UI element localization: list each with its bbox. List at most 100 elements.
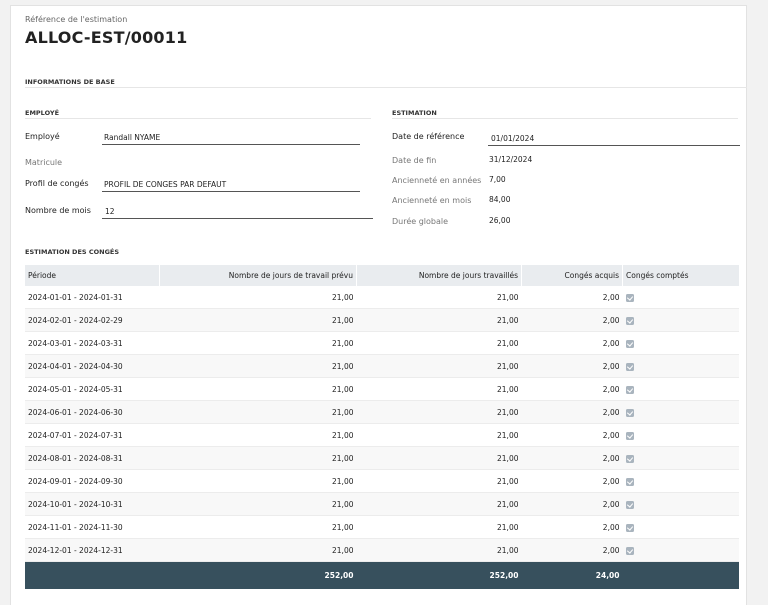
period-cell: 2024-03-01 - 2024-03-31 xyxy=(25,331,160,355)
table-row[interactable]: 2024-05-01 - 2024-05-31 21,00 21,00 2,00 xyxy=(25,377,739,401)
reference-date-field[interactable]: 01/01/2024 xyxy=(488,133,740,146)
worked-days-cell: 21,00 xyxy=(356,469,522,493)
form-sheet: Référence de l'estimation ALLOC-EST/0001… xyxy=(10,5,747,605)
counted-checkbox[interactable] xyxy=(625,293,634,302)
counted-checkbox[interactable] xyxy=(625,339,634,348)
counted-checkbox[interactable] xyxy=(625,431,634,440)
acquired-leaves-cell: 2,00 xyxy=(521,308,623,332)
months-label: Nombre de mois xyxy=(25,206,91,215)
table-row[interactable]: 2024-06-01 - 2024-06-30 21,00 21,00 2,00 xyxy=(25,400,739,424)
acquired-leaves-cell: 2,00 xyxy=(521,400,623,424)
planned-days-cell: 21,00 xyxy=(159,515,357,539)
period-cell: 2024-12-01 - 2024-12-31 xyxy=(25,538,160,562)
column-header-counted-leaves[interactable]: Congés comptés xyxy=(622,265,739,286)
total-acquired-leaves: 24,00 xyxy=(521,561,623,589)
period-cell: 2024-01-01 - 2024-01-31 xyxy=(25,286,160,309)
table-row[interactable]: 2024-03-01 - 2024-03-31 21,00 21,00 2,00 xyxy=(25,331,739,355)
counted-checkbox[interactable] xyxy=(625,385,634,394)
employee-field[interactable]: Randall NYAME xyxy=(102,132,360,145)
seniority-months-label: Ancienneté en mois xyxy=(392,196,472,205)
leave-profile-field[interactable]: PROFIL DE CONGES PAR DEFAUT xyxy=(102,179,360,192)
counted-leaves-cell xyxy=(622,515,739,539)
table-row[interactable]: 2024-07-01 - 2024-07-31 21,00 21,00 2,00 xyxy=(25,423,739,447)
counted-leaves-cell xyxy=(622,308,739,332)
seniority-months-value: 84,00 xyxy=(489,195,511,204)
section-title-leaves: ESTIMATION DES CONGÉS xyxy=(25,248,120,256)
totals-row: 252,00 252,00 24,00 xyxy=(25,561,739,589)
counted-checkbox[interactable] xyxy=(625,408,634,417)
section-divider xyxy=(392,118,738,119)
period-cell: 2024-05-01 - 2024-05-31 xyxy=(25,377,160,401)
reference-title: ALLOC-EST/00011 xyxy=(25,28,188,47)
counted-checkbox[interactable] xyxy=(625,454,634,463)
column-header-planned-days[interactable]: Nombre de jours de travail prévu xyxy=(159,265,357,286)
counted-checkbox[interactable] xyxy=(625,477,634,486)
counted-leaves-cell xyxy=(622,331,739,355)
acquired-leaves-cell: 2,00 xyxy=(521,286,623,309)
totals-label-cell xyxy=(25,561,160,589)
acquired-leaves-cell: 2,00 xyxy=(521,423,623,447)
worked-days-cell: 21,00 xyxy=(356,377,522,401)
global-duration-value: 26,00 xyxy=(489,216,511,225)
worked-days-cell: 21,00 xyxy=(356,354,522,378)
counted-checkbox[interactable] xyxy=(625,362,634,371)
worked-days-cell: 21,00 xyxy=(356,492,522,516)
planned-days-cell: 21,00 xyxy=(159,354,357,378)
section-divider xyxy=(25,118,371,119)
planned-days-cell: 21,00 xyxy=(159,286,357,309)
months-field[interactable]: 12 xyxy=(102,206,373,219)
period-cell: 2024-10-01 - 2024-10-31 xyxy=(25,492,160,516)
planned-days-cell: 21,00 xyxy=(159,446,357,470)
planned-days-cell: 21,00 xyxy=(159,469,357,493)
table-row[interactable]: 2024-04-01 - 2024-04-30 21,00 21,00 2,00 xyxy=(25,354,739,378)
section-title-estimation: ESTIMATION xyxy=(392,109,437,117)
counted-checkbox[interactable] xyxy=(625,500,634,509)
period-cell: 2024-09-01 - 2024-09-30 xyxy=(25,469,160,493)
column-header-period[interactable]: Période xyxy=(25,265,160,286)
table-row[interactable]: 2024-09-01 - 2024-09-30 21,00 21,00 2,00 xyxy=(25,469,739,493)
acquired-leaves-cell: 2,00 xyxy=(521,446,623,470)
table-row[interactable]: 2024-11-01 - 2024-11-30 21,00 21,00 2,00 xyxy=(25,515,739,539)
counted-checkbox[interactable] xyxy=(625,523,634,532)
counted-leaves-cell xyxy=(622,354,739,378)
worked-days-cell: 21,00 xyxy=(356,331,522,355)
section-title-base: INFORMATIONS DE BASE xyxy=(25,78,115,86)
global-duration-label: Durée globale xyxy=(392,217,449,226)
counted-checkbox[interactable] xyxy=(625,546,634,555)
planned-days-cell: 21,00 xyxy=(159,308,357,332)
worked-days-cell: 21,00 xyxy=(356,538,522,562)
acquired-leaves-cell: 2,00 xyxy=(521,469,623,493)
table-row[interactable]: 2024-01-01 - 2024-01-31 21,00 21,00 2,00 xyxy=(25,286,739,309)
counted-leaves-cell xyxy=(622,377,739,401)
period-cell: 2024-06-01 - 2024-06-30 xyxy=(25,400,160,424)
leave-profile-label: Profil de congés xyxy=(25,179,89,188)
counted-leaves-cell xyxy=(622,469,739,493)
acquired-leaves-cell: 2,00 xyxy=(521,354,623,378)
table-row[interactable]: 2024-08-01 - 2024-08-31 21,00 21,00 2,00 xyxy=(25,446,739,470)
table-row[interactable]: 2024-10-01 - 2024-10-31 21,00 21,00 2,00 xyxy=(25,492,739,516)
acquired-leaves-cell: 2,00 xyxy=(521,492,623,516)
counted-leaves-cell xyxy=(622,400,739,424)
total-worked-days: 252,00 xyxy=(356,561,522,589)
table-row[interactable]: 2024-12-01 - 2024-12-31 21,00 21,00 2,00 xyxy=(25,538,739,562)
reference-label: Référence de l'estimation xyxy=(25,15,128,24)
totals-empty-cell xyxy=(622,561,739,589)
section-divider xyxy=(25,87,747,88)
matricule-label: Matricule xyxy=(25,158,63,167)
counted-leaves-cell xyxy=(622,492,739,516)
employee-label: Employé xyxy=(25,132,60,141)
counted-leaves-cell xyxy=(622,286,739,309)
planned-days-cell: 21,00 xyxy=(159,492,357,516)
acquired-leaves-cell: 2,00 xyxy=(521,538,623,562)
column-header-worked-days[interactable]: Nombre de jours travaillés xyxy=(356,265,522,286)
counted-checkbox[interactable] xyxy=(625,316,634,325)
period-cell: 2024-11-01 - 2024-11-30 xyxy=(25,515,160,539)
column-header-acquired-leaves[interactable]: Congés acquis xyxy=(521,265,623,286)
counted-leaves-cell xyxy=(622,446,739,470)
worked-days-cell: 21,00 xyxy=(356,286,522,309)
table-row[interactable]: 2024-02-01 - 2024-02-29 21,00 21,00 2,00 xyxy=(25,308,739,332)
worked-days-cell: 21,00 xyxy=(356,423,522,447)
acquired-leaves-cell: 2,00 xyxy=(521,331,623,355)
seniority-years-value: 7,00 xyxy=(489,175,506,184)
period-cell: 2024-08-01 - 2024-08-31 xyxy=(25,446,160,470)
